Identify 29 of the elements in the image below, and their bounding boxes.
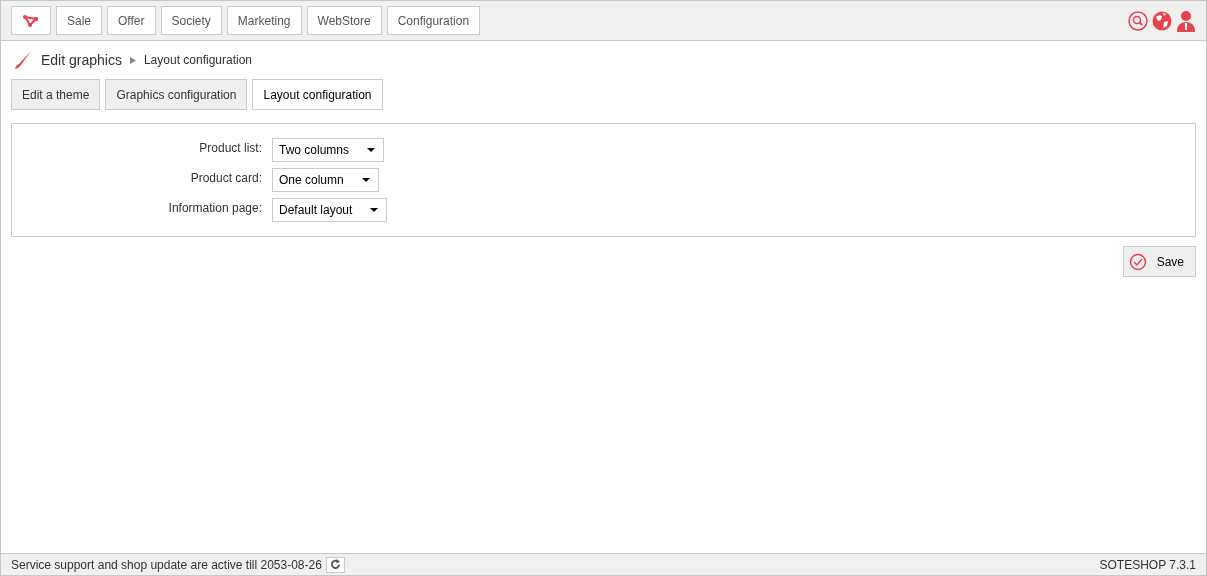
refresh-button[interactable] xyxy=(325,556,345,573)
dropdown[interactable]: One column xyxy=(272,168,379,192)
breadcrumb-current: Layout configuration xyxy=(143,53,252,67)
field-label: Information page: xyxy=(167,200,262,217)
menu-button[interactable]: Sale xyxy=(56,6,103,35)
user-icon[interactable] xyxy=(1176,9,1196,32)
menu-button[interactable]: WebStore xyxy=(306,6,382,35)
save-button[interactable]: Save xyxy=(1122,246,1196,277)
menu-button[interactable]: Marketing xyxy=(226,6,302,35)
check-circle-icon xyxy=(1128,252,1147,271)
network-icon xyxy=(22,13,40,28)
field-label: Product card: xyxy=(189,170,262,187)
menu-button[interactable]: Offer xyxy=(107,6,156,35)
status-message: Service support and shop update are active till 2053-08-26 xyxy=(11,557,322,572)
tab[interactable]: Graphics configuration xyxy=(105,79,248,110)
dropdown[interactable]: Two columns xyxy=(272,138,385,162)
tab[interactable]: Edit a theme xyxy=(11,79,101,110)
refresh-icon xyxy=(329,559,341,570)
version-label: SOTESHOP 7.3.1 xyxy=(1099,557,1196,572)
dropdown[interactable]: Default layout xyxy=(272,198,388,222)
menu-button[interactable]: Society xyxy=(160,6,222,35)
tab[interactable]: Layout configuration xyxy=(252,79,383,110)
breadcrumb-title[interactable]: Edit graphics xyxy=(41,52,122,68)
field-label: Product list: xyxy=(198,140,262,157)
logo-button[interactable] xyxy=(11,6,51,35)
triangle-icon xyxy=(129,56,136,64)
menu-button[interactable]: Configuration xyxy=(386,6,481,35)
globe-icon[interactable] xyxy=(1152,10,1172,31)
search-icon[interactable] xyxy=(1128,10,1148,31)
